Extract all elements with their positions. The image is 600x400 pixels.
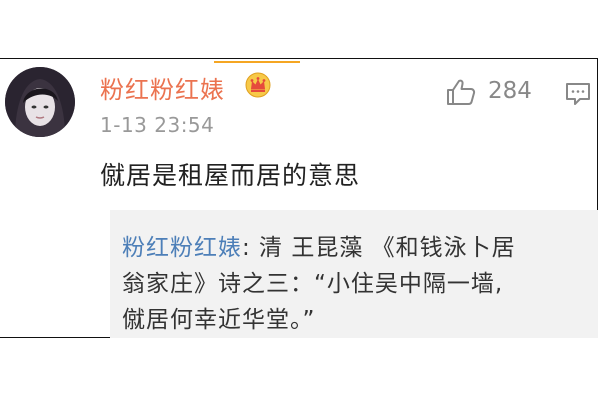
thumbs-up-icon[interactable] bbox=[446, 78, 476, 106]
timestamp: 1-13 23:54 bbox=[100, 113, 215, 137]
comment-icon[interactable] bbox=[565, 82, 591, 106]
comment-text: 僦居是租屋而居的意思 bbox=[100, 161, 361, 190]
avatar-image bbox=[5, 67, 75, 137]
crown-icon bbox=[245, 72, 271, 98]
quote-line-2: 翁家庄》诗之三：“小住吴中隔一墙, bbox=[122, 271, 504, 297]
quote-line-1: 粉红粉红婊: 清 王昆藻 《和钱泳卜居 bbox=[122, 228, 516, 262]
avatar[interactable] bbox=[5, 67, 75, 137]
quote-author-link[interactable]: 粉红粉红婊 bbox=[122, 235, 242, 261]
username[interactable]: 粉红粉红婊 bbox=[100, 70, 225, 105]
quote-line-3: 僦居何幸近华堂。” bbox=[122, 307, 316, 333]
accent-bar bbox=[214, 61, 300, 63]
quote-line-1-text: : 清 王昆藻 《和钱泳卜居 bbox=[242, 235, 516, 261]
like-count: 284 bbox=[488, 78, 532, 104]
